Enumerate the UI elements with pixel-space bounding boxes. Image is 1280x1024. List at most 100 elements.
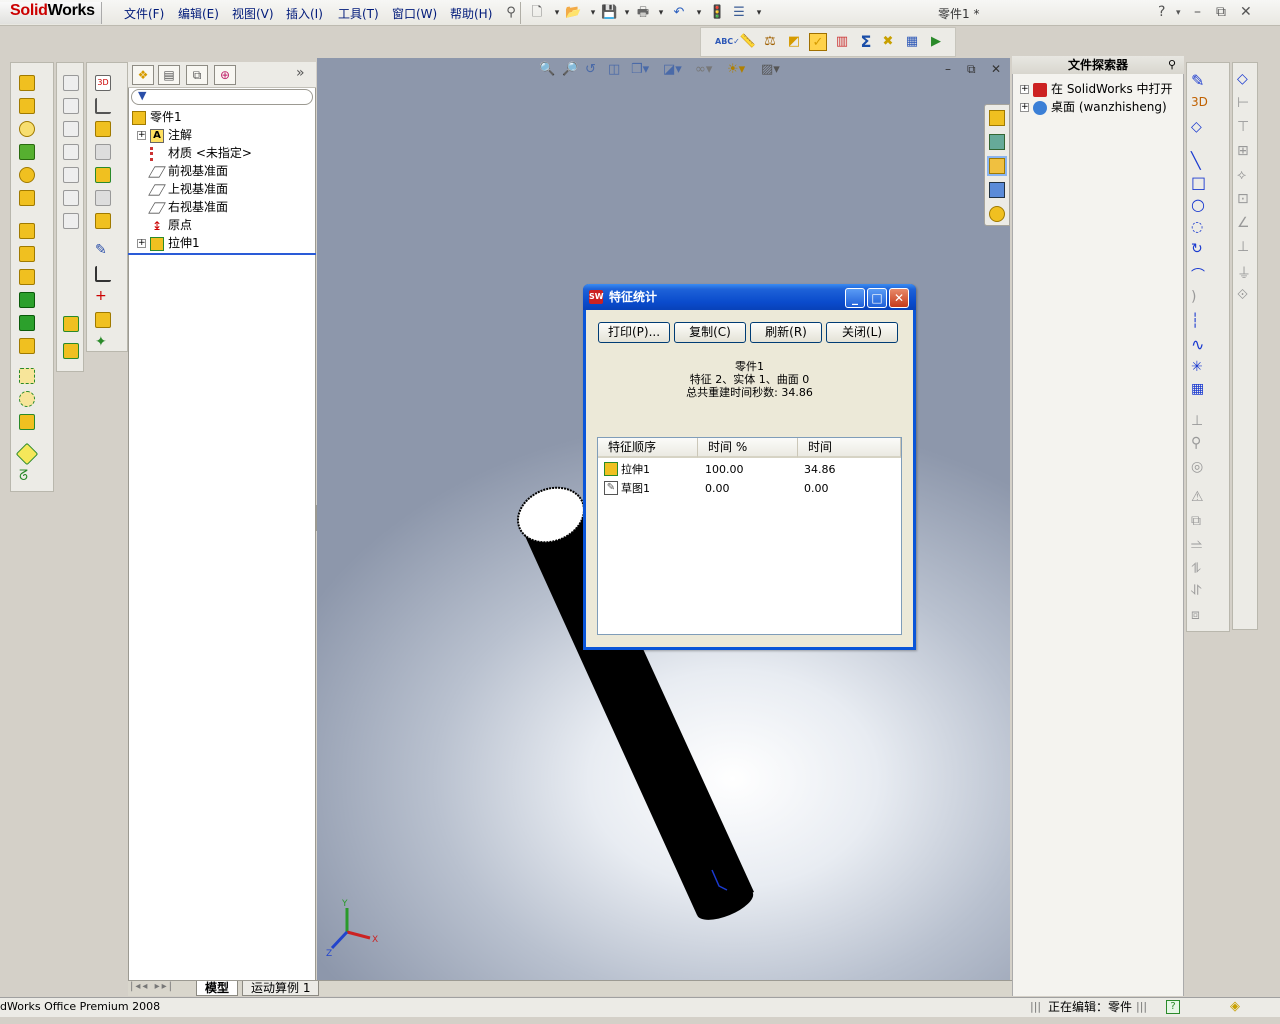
fillet-icon[interactable]	[19, 167, 35, 183]
smart-dimension-icon[interactable]: ◇	[1191, 119, 1202, 135]
spline-icon[interactable]: ∿	[1191, 335, 1204, 354]
design-library-icon[interactable]	[989, 134, 1005, 150]
table-row[interactable]: 拉伸1 100.00 34.86	[602, 460, 900, 479]
assembly-icon[interactable]	[63, 316, 79, 332]
vertical-dimension-icon[interactable]: ⊤	[1237, 119, 1249, 135]
extrude-boss-icon[interactable]	[19, 75, 35, 91]
reference-geometry-icon[interactable]	[15, 442, 39, 466]
sketch-text-icon[interactable]: ▦	[1191, 381, 1204, 397]
arc-icon[interactable]: ◌	[1191, 219, 1203, 235]
print-icon[interactable]: 🖶	[634, 4, 652, 22]
help-status-icon[interactable]: ?	[1166, 1000, 1180, 1014]
fillet-sketch-icon[interactable]: ⊥	[1191, 413, 1203, 429]
solidworks-resources-icon[interactable]	[989, 110, 1005, 126]
check-icon[interactable]: ✓	[809, 33, 827, 51]
baseline-dimension-icon[interactable]: ⊞	[1237, 143, 1249, 159]
tree-item-right-plane[interactable]: 右视基准面	[148, 198, 228, 216]
loft-icon[interactable]	[19, 144, 35, 160]
header-time[interactable]: 时间	[798, 438, 901, 458]
view-back-icon[interactable]	[63, 98, 79, 114]
tab-motion-study[interactable]: 运动算例 1	[242, 981, 320, 996]
line-icon[interactable]: ╲	[1191, 151, 1201, 170]
chamfer-icon[interactable]	[19, 190, 35, 206]
expand-tabs-icon[interactable]: »	[296, 65, 305, 81]
3d-sketch-icon[interactable]: 3D	[1191, 95, 1208, 109]
tree-item-front-plane[interactable]: 前视基准面	[148, 162, 228, 180]
analysis-icon[interactable]: ✖	[879, 33, 897, 51]
menu-view[interactable]: 视图(V)	[232, 5, 274, 22]
menu-insert[interactable]: 插入(I)	[286, 5, 323, 22]
sketch-icon[interactable]: ✎	[1191, 71, 1204, 90]
chevron-down-icon[interactable]: ▾	[690, 4, 708, 22]
expand-icon[interactable]: +	[1020, 103, 1029, 112]
previous-view-icon[interactable]: ↺	[585, 62, 596, 77]
search-icon[interactable]	[989, 182, 1005, 198]
menu-tools[interactable]: 工具(T)	[338, 5, 379, 22]
offset-icon[interactable]: ◎	[1191, 459, 1203, 475]
options-icon[interactable]: ☰	[730, 4, 748, 22]
viewport-minimize-button[interactable]: –	[945, 62, 951, 76]
dialog-title-bar[interactable]: SW 特征统计 _ □ ✕	[583, 284, 916, 310]
viewport-close-button[interactable]: ✕	[991, 62, 1001, 76]
section-properties-icon[interactable]: ◩	[785, 33, 803, 51]
property-manager-tab[interactable]: ▤	[158, 65, 180, 85]
dome-icon[interactable]	[19, 338, 35, 354]
section-view-icon[interactable]: ◫	[608, 62, 620, 77]
pin-icon[interactable]: ⚲	[1168, 56, 1176, 74]
point-icon[interactable]: ✳	[1191, 359, 1203, 375]
shell-icon[interactable]	[19, 246, 35, 262]
dimxpert-tab[interactable]: ⊕	[214, 65, 236, 85]
add-relation-icon[interactable]: +	[95, 289, 111, 305]
curves-icon[interactable]: ᘔ	[19, 469, 35, 485]
menu-window[interactable]: 窗口(W)	[392, 5, 437, 22]
ellipse-icon[interactable]: )	[1191, 289, 1196, 305]
macro-icon[interactable]: ▶	[927, 33, 945, 51]
rollback-bar[interactable]	[128, 253, 316, 255]
edit-appearance-icon[interactable]: ☀▾	[727, 62, 745, 77]
new-document-icon[interactable]: 🗋	[528, 4, 546, 22]
tp-item-desktop[interactable]: + 桌面 (wanzhisheng)	[1020, 98, 1167, 115]
chevron-down-icon[interactable]: ▾	[1176, 8, 1181, 18]
tag-icon[interactable]: ◈	[1230, 998, 1240, 1016]
chevron-down-icon[interactable]: ▾	[652, 4, 670, 22]
zoom-area-icon[interactable]: 🔎	[562, 62, 578, 77]
convert-entities-icon[interactable]: ⧉	[1191, 513, 1201, 529]
angle-icon[interactable]	[95, 266, 111, 282]
pin-icon[interactable]: ⚲	[502, 4, 520, 22]
close-dialog-button[interactable]: 关闭(L)	[826, 322, 898, 343]
plane-feature-icon[interactable]: ✦	[95, 335, 111, 351]
restore-button[interactable]: ⧉	[1216, 4, 1226, 20]
dialog-maximize-button[interactable]: □	[867, 288, 887, 308]
surface-extrude-icon[interactable]	[95, 213, 111, 229]
configuration-manager-tab[interactable]: ⧉	[186, 65, 208, 85]
appearances-icon[interactable]	[989, 206, 1005, 222]
close-button[interactable]: ✕	[1240, 4, 1252, 20]
tree-item-material[interactable]: 材质 <未指定>	[150, 144, 252, 162]
expand-icon[interactable]: +	[137, 131, 146, 140]
hole-wizard-icon[interactable]	[19, 292, 35, 308]
statistics-icon[interactable]: ▥	[833, 33, 851, 51]
cut-icon[interactable]	[95, 312, 111, 328]
tree-item-annotations[interactable]: + A 注解	[137, 126, 192, 144]
dialog-close-button[interactable]: ✕	[889, 288, 909, 308]
help-icon[interactable]: ?	[1158, 4, 1165, 20]
tree-item-extrude1[interactable]: + 拉伸1	[137, 234, 200, 252]
view-orientation-icon[interactable]: ❒▾	[631, 62, 649, 77]
view-right-icon[interactable]	[63, 144, 79, 160]
three-point-arc-icon[interactable]: ⌒	[1191, 265, 1205, 285]
dimension-icon[interactable]	[95, 98, 111, 114]
feature-manager-tab[interactable]: ❖	[132, 65, 154, 85]
mirror-icon[interactable]	[19, 414, 35, 430]
pattern-icon[interactable]: ⧈	[1191, 607, 1200, 623]
spellcheck-icon[interactable]: ABC✓	[715, 33, 740, 51]
save-icon[interactable]: 💾	[600, 4, 618, 22]
rebuild-icon[interactable]: 🚦	[708, 4, 726, 22]
view-iso-icon[interactable]	[63, 213, 79, 229]
solidworks-logo[interactable]: SolidWorks	[0, 2, 102, 24]
refresh-button[interactable]: 刷新(R)	[750, 322, 822, 343]
component-icon[interactable]	[63, 343, 79, 359]
tangent-arc-icon[interactable]: ↻	[1191, 241, 1203, 257]
apply-scene-icon[interactable]: ▨▾	[761, 62, 780, 77]
print-button[interactable]: 打印(P)...	[598, 322, 670, 343]
copy-button[interactable]: 复制(C)	[674, 322, 746, 343]
